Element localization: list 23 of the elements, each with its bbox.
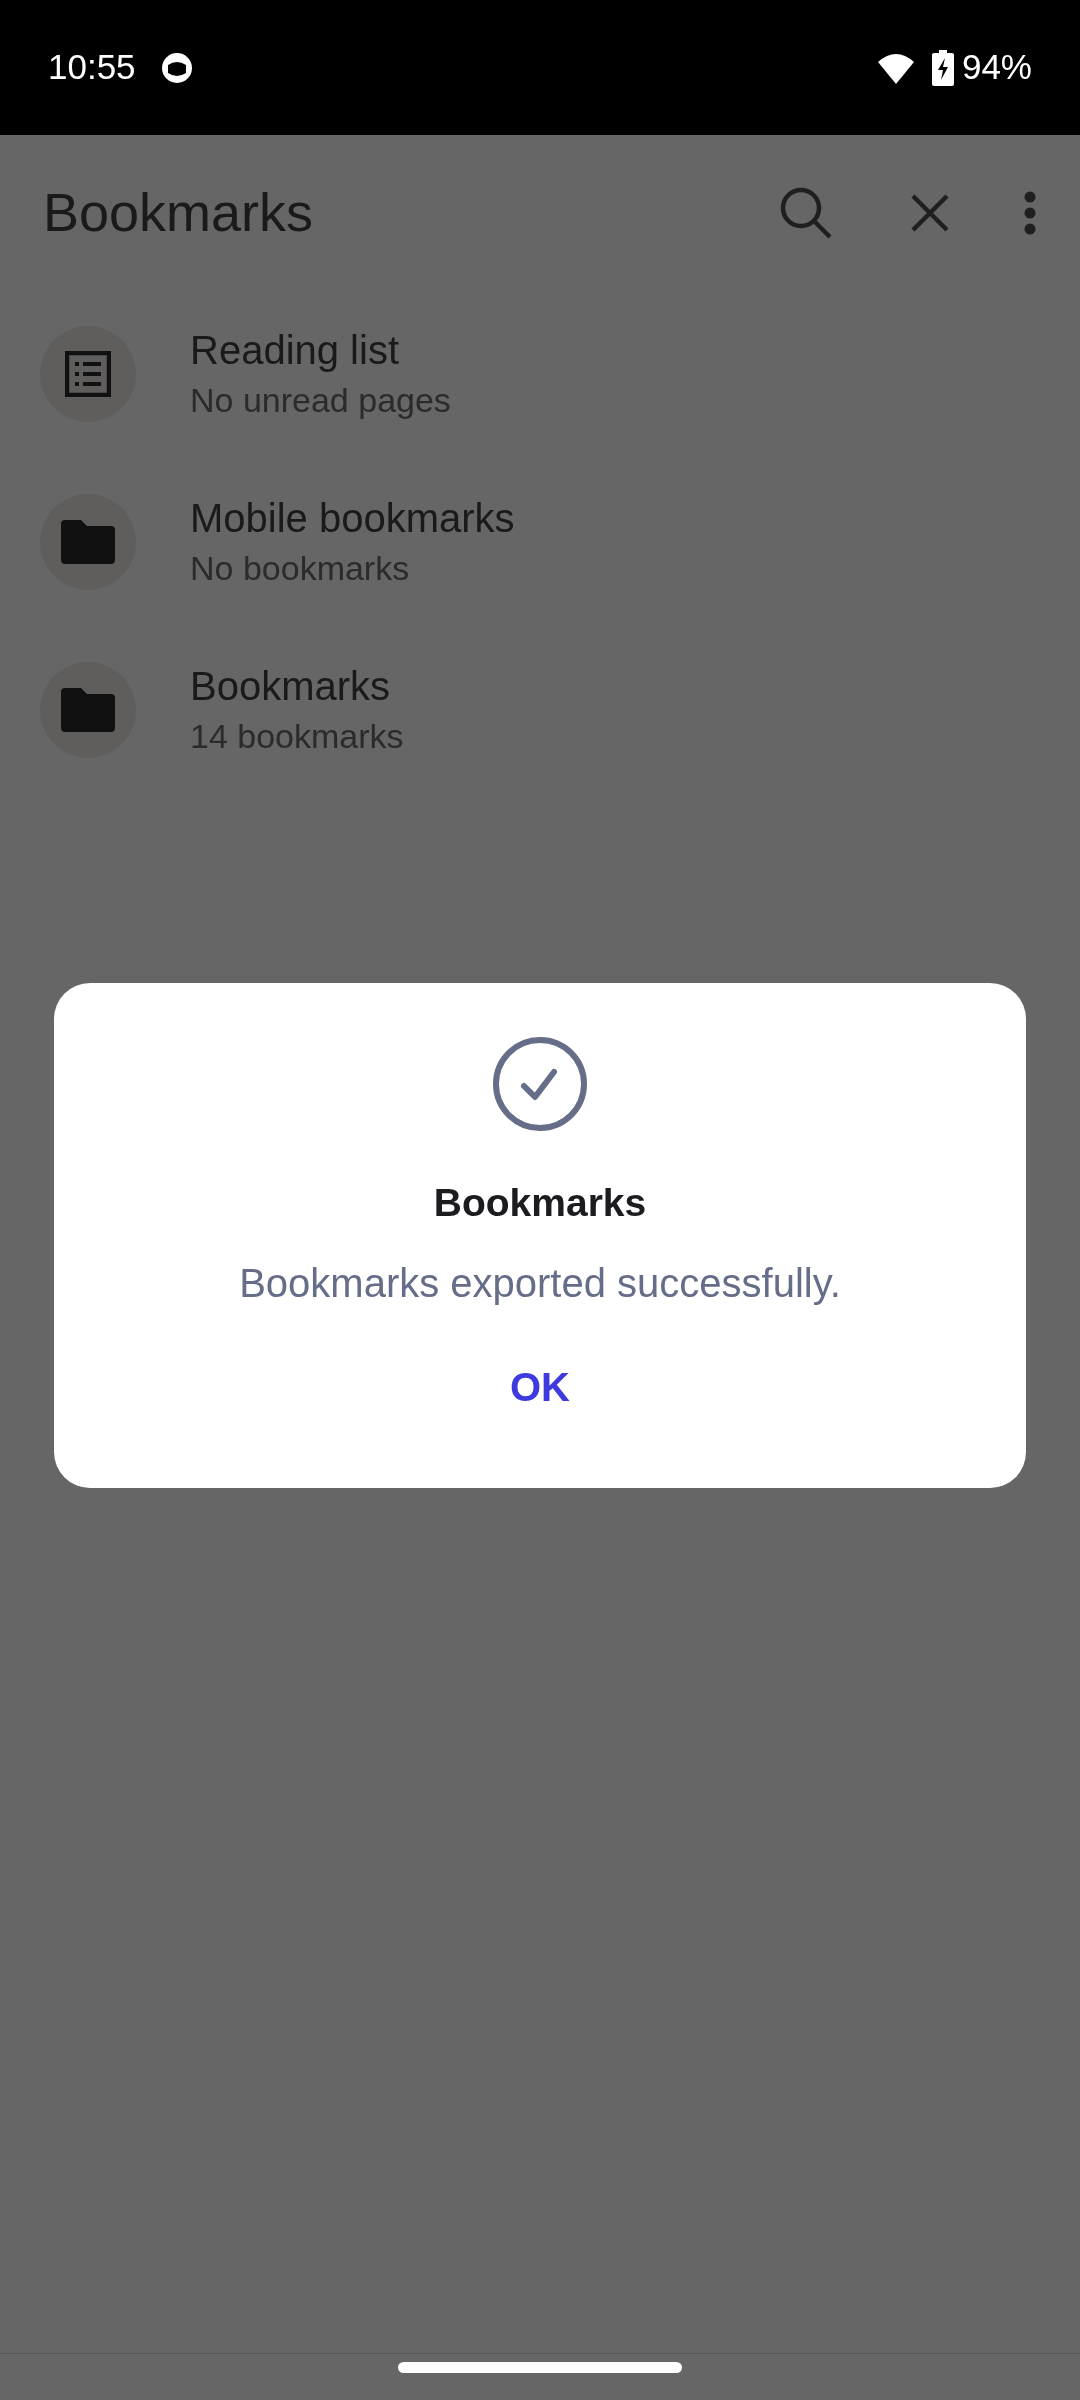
folder-icon <box>61 688 115 732</box>
item-subtitle: No unread pages <box>190 380 451 421</box>
battery-percent: 94% <box>961 46 1032 89</box>
dialog-message: Bookmarks exported successfully. <box>239 1259 841 1307</box>
item-title: Mobile bookmarks <box>190 495 515 542</box>
bookmark-folder-row[interactable]: Bookmarks 14 bookmarks <box>0 626 1080 794</box>
battery-charging-icon <box>931 49 954 86</box>
more-icon <box>1023 190 1037 235</box>
dialog-title: Bookmarks <box>433 1180 647 1226</box>
item-title: Reading list <box>190 327 400 374</box>
check-circle-icon <box>492 1036 588 1132</box>
ok-button[interactable]: OK <box>486 1348 594 1425</box>
close-icon <box>910 192 950 233</box>
item-subtitle: 14 bookmarks <box>190 716 404 757</box>
wifi-icon <box>875 51 916 84</box>
status-time: 10:55 <box>48 46 136 89</box>
item-title: Bookmarks <box>190 663 392 710</box>
list-icon <box>65 351 111 397</box>
folder-icon <box>61 520 115 564</box>
bookmark-folder-row[interactable]: Reading list No unread pages <box>0 290 1080 458</box>
item-subtitle: No bookmarks <box>190 548 411 589</box>
page-title: Bookmarks <box>43 181 315 244</box>
bookmark-folder-row[interactable]: Mobile bookmarks No bookmarks <box>0 458 1080 626</box>
